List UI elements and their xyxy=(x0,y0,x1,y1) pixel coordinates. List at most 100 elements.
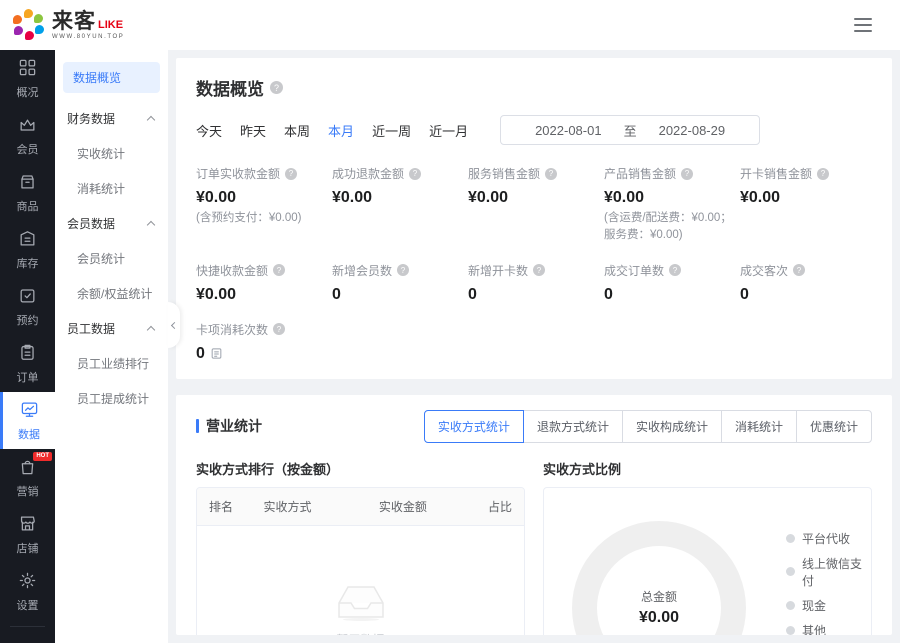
date-separator: 至 xyxy=(624,121,637,140)
legend-item[interactable]: 线上微信支付 xyxy=(786,555,871,589)
submenu-item-staff-commission[interactable]: 员工提成统计 xyxy=(55,381,168,416)
tab-refund-method[interactable]: 退款方式统计 xyxy=(523,410,623,443)
help-icon[interactable]: ? xyxy=(273,264,285,276)
stat-new-members: 新增会员数? 0 xyxy=(332,262,464,304)
stat-card-consume-count: 卡项消耗次数? 0 xyxy=(196,321,872,363)
sidebar-item-overview[interactable]: 概况 xyxy=(0,50,55,107)
help-icon[interactable]: ? xyxy=(397,264,409,276)
filter-yesterday[interactable]: 昨天 xyxy=(240,121,266,140)
filter-this-week[interactable]: 本周 xyxy=(284,121,310,140)
sidebar-item-goods[interactable]: 商品 xyxy=(0,164,55,221)
sidebar-item-cashier[interactable]: 收银台 xyxy=(0,633,55,643)
filter-this-month[interactable]: 本月 xyxy=(328,121,354,140)
submenu-group-finance[interactable]: 财务数据 xyxy=(55,101,168,136)
help-icon[interactable]: ? xyxy=(285,168,297,180)
sidebar-item-label: 店铺 xyxy=(17,540,39,556)
help-icon[interactable]: ? xyxy=(817,168,829,180)
stat-label: 产品销售金额 xyxy=(604,165,676,182)
help-icon[interactable]: ? xyxy=(669,264,681,276)
sidebar-item-orders[interactable]: 订单 xyxy=(0,335,55,392)
section-accent-bar xyxy=(196,419,199,433)
submenu-item-staff-ranking[interactable]: 员工业绩排行 xyxy=(55,346,168,381)
submenu-item-income-stats[interactable]: 实收统计 xyxy=(55,136,168,171)
sidebar-item-booking[interactable]: 预约 xyxy=(0,278,55,335)
submenu-item-consume-stats[interactable]: 消耗统计 xyxy=(55,171,168,206)
sidebar-item-members[interactable]: 会员 xyxy=(0,107,55,164)
submenu-group-staff[interactable]: 员工数据 xyxy=(55,311,168,346)
sidebar-item-inventory[interactable]: 库存 xyxy=(0,221,55,278)
package-icon xyxy=(18,172,37,194)
help-icon[interactable]: ? xyxy=(681,168,693,180)
help-icon[interactable]: ? xyxy=(270,81,283,94)
stat-sub: (含运费/配送费：¥0.00；服务费：¥0.00) xyxy=(604,210,736,245)
help-icon[interactable]: ? xyxy=(409,168,421,180)
stat-label: 开卡销售金额 xyxy=(740,165,812,182)
proportion-panel: 实收方式比例 总金额 ¥0.00 平台代收 线上微信支付 xyxy=(543,459,872,636)
app-window: 来客LIKE WWW.80YUN.TOP 概况 会员 商品 库 xyxy=(0,0,900,643)
sidebar-item-data[interactable]: 数据 xyxy=(0,392,55,449)
sidebar-item-settings[interactable]: 设置 xyxy=(0,563,55,620)
donut-chart: 总金额 ¥0.00 xyxy=(572,521,746,636)
stat-label: 快捷收款金额 xyxy=(196,262,268,279)
legend-item[interactable]: 其他 xyxy=(786,622,871,636)
legend-label: 其他 xyxy=(802,622,826,636)
submenu-label: 实收统计 xyxy=(77,147,125,161)
detail-list-icon[interactable] xyxy=(210,347,223,360)
date-range-picker[interactable]: 2022-08-01 至 2022-08-29 xyxy=(500,115,760,145)
chevron-left-icon xyxy=(170,321,177,328)
submenu-item-member-stats[interactable]: 会员统计 xyxy=(55,241,168,276)
stat-label: 新增开卡数 xyxy=(468,262,528,279)
stat-label: 成交订单数 xyxy=(604,262,664,279)
primary-sidebar: 概况 会员 商品 库存 预约 订单 xyxy=(0,50,55,643)
sidebar-item-label: 商品 xyxy=(17,198,39,214)
donut-center-value: ¥0.00 xyxy=(639,609,679,627)
sidebar-item-label: 数据 xyxy=(18,426,40,442)
hot-badge: HOT xyxy=(33,452,52,461)
submenu-item-data-overview[interactable]: 数据概览 xyxy=(63,62,160,93)
stat-label: 订单实收款金额 xyxy=(196,165,280,182)
brand-logo: 来客LIKE WWW.80YUN.TOP xyxy=(12,9,124,41)
help-icon[interactable]: ? xyxy=(533,264,545,276)
tab-discount-stats[interactable]: 优惠统计 xyxy=(796,410,872,443)
filter-last-month[interactable]: 近一月 xyxy=(429,121,468,140)
date-start[interactable]: 2022-08-01 xyxy=(535,123,602,138)
chevron-up-icon xyxy=(147,116,155,124)
tab-income-composition[interactable]: 实收构成统计 xyxy=(622,410,722,443)
date-end[interactable]: 2022-08-29 xyxy=(659,123,726,138)
donut-center-label: 总金额 xyxy=(641,588,677,605)
stat-label: 新增会员数 xyxy=(332,262,392,279)
stat-value: 0 xyxy=(332,286,464,304)
sidebar-collapse-handle[interactable] xyxy=(168,302,180,348)
tab-income-method[interactable]: 实收方式统计 xyxy=(424,410,524,443)
legend-label: 线上微信支付 xyxy=(802,555,871,589)
legend-item[interactable]: 现金 xyxy=(786,597,871,614)
ranking-panel: 实收方式排行（按金额） 排名 实收方式 实收金额 占比 xyxy=(196,459,525,636)
legend-item[interactable]: 平台代收 xyxy=(786,530,871,547)
help-icon[interactable]: ? xyxy=(273,323,285,335)
submenu-group-member[interactable]: 会员数据 xyxy=(55,206,168,241)
stat-quick-payment: 快捷收款金额? ¥0.00 xyxy=(196,262,328,304)
sidebar-item-label: 设置 xyxy=(17,597,39,613)
tab-consume-stats[interactable]: 消耗统计 xyxy=(721,410,797,443)
menu-icon[interactable] xyxy=(854,18,872,32)
stat-order-received: 订单实收款金额? ¥0.00 (含预约支付：¥0.00) xyxy=(196,165,328,245)
submenu-label: 余额/权益统计 xyxy=(77,287,152,301)
stat-value: 0 xyxy=(604,286,736,304)
help-icon[interactable]: ? xyxy=(793,264,805,276)
help-icon[interactable]: ? xyxy=(545,168,557,180)
filter-today[interactable]: 今天 xyxy=(196,121,222,140)
sidebar-item-marketing[interactable]: HOT 营销 xyxy=(0,449,55,506)
submenu-label: 员工数据 xyxy=(67,320,115,337)
sidebar-item-shop[interactable]: 店铺 xyxy=(0,506,55,563)
stat-service-sales: 服务销售金额? ¥0.00 xyxy=(468,165,600,245)
top-bar: 来客LIKE WWW.80YUN.TOP xyxy=(0,0,900,50)
filter-last-week[interactable]: 近一周 xyxy=(372,121,411,140)
pie-chart-box: 总金额 ¥0.00 平台代收 线上微信支付 现金 其他 微信（记账） 支付宝（ xyxy=(543,487,872,636)
chart-legend: 平台代收 线上微信支付 现金 其他 微信（记账） 支付宝（记账） POS机（记账… xyxy=(786,530,871,636)
stat-sub: (含预约支付：¥0.00) xyxy=(196,210,328,227)
sidebar-item-label: 概况 xyxy=(17,84,39,100)
stat-label: 成交客次 xyxy=(740,262,788,279)
submenu-item-balance-stats[interactable]: 余额/权益统计 xyxy=(55,276,168,311)
stat-value: ¥0.00 xyxy=(332,189,464,207)
legend-dot-icon xyxy=(786,601,795,610)
